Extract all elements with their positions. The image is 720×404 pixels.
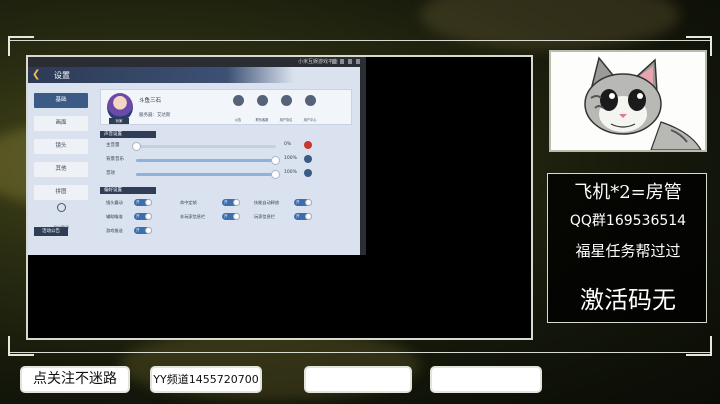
follow-box: 点关注不迷路 (20, 366, 130, 393)
activation-code-line: 激活码无 (580, 286, 676, 314)
back-arrow-icon[interactable]: ❮ (32, 69, 42, 80)
blank-box (430, 366, 542, 393)
menu-tab-puzzle[interactable]: 拼图 (34, 185, 88, 200)
blank-box (304, 366, 412, 393)
qq-group-line: QQ群169536514 (569, 213, 687, 229)
game-push-toggle[interactable]: 开 (134, 227, 152, 234)
frame-top-line (10, 40, 710, 41)
toggle-row: 命中定帧 开 (180, 199, 240, 207)
follow-text: 点关注不迷路 (33, 371, 117, 387)
user-icon (304, 95, 316, 106)
speaker-muted-icon[interactable] (304, 141, 312, 149)
window-controls-icon[interactable] (332, 59, 362, 64)
menu-tab-camera[interactable]: 镜头 (34, 139, 88, 154)
player-info-toggle[interactable]: 开 (294, 213, 312, 220)
music-volume-slider[interactable] (136, 156, 280, 165)
notice-icon (232, 95, 244, 106)
support-button[interactable]: 联系客服 (251, 95, 273, 125)
master-volume-slider[interactable] (132, 142, 276, 151)
toggle-row: 辅助瞄准 开 (106, 213, 166, 221)
aim-assist-toggle[interactable]: 开 (134, 213, 152, 220)
host-line: 飞机*2=房管 (574, 182, 682, 203)
power-icon (56, 203, 66, 212)
toggle-row: 非玩家信息栏 开 (180, 213, 260, 221)
music-volume-row: 背景音乐 100% (106, 155, 346, 165)
settings-title: 设置 (54, 71, 70, 80)
cat-image (549, 50, 707, 152)
camera-shake-toggle[interactable]: 开 (134, 199, 152, 206)
agreement-button[interactable]: 用户协议 (275, 95, 297, 125)
task-line: 福星任务帮过过 (575, 242, 681, 260)
settings-menu: 基础 画面 镜头 其他 拼图 (34, 93, 88, 208)
master-volume-row: 主音量 0% (106, 141, 346, 151)
sound-section-title: 声音设置 (100, 131, 156, 138)
menu-tab-basic[interactable]: 基础 (34, 93, 88, 108)
agreement-icon (280, 95, 292, 106)
user-center-button[interactable]: 用户中心 (299, 95, 321, 125)
avatar-tag: 玩家 (109, 118, 129, 124)
player-card: 玩家 斗鱼三石 服务器：艾达斯 公告 联系客服 用户协议 用户中心 (100, 89, 352, 125)
toggle-row: 镜头震动 开 (106, 199, 166, 207)
support-icon (256, 95, 268, 106)
npc-info-toggle[interactable]: 开 (222, 213, 240, 220)
player-name: 斗鱼三石 (139, 98, 162, 104)
server-label: 服务器：艾达斯 (139, 113, 171, 118)
game-settings-screen: 小米互娱游戏平台 ❮ 设置 基础 画面 镜头 其他 拼图 退出登录 活动公告 玩… (28, 57, 366, 255)
announcement-button[interactable]: 活动公告 (34, 227, 68, 236)
toggle-row: 游戏推送 开 (106, 227, 166, 235)
settings-header: ❮ 设置 (28, 67, 360, 83)
frame-bottom-line (10, 352, 710, 353)
avatar (107, 93, 133, 121)
speaker-icon[interactable] (304, 169, 312, 177)
sfx-volume-row: 音效 100% (106, 169, 346, 179)
yy-channel-box: YY频道1455720700 (150, 366, 262, 393)
speaker-icon[interactable] (304, 155, 312, 163)
toggle-row: 技能自动释放 开 (254, 199, 344, 207)
notice-button[interactable]: 公告 (227, 95, 249, 125)
menu-tab-other[interactable]: 其他 (34, 162, 88, 177)
hit-freeze-toggle[interactable]: 开 (222, 199, 240, 206)
menu-tab-display[interactable]: 画面 (34, 116, 88, 131)
sfx-volume-slider[interactable] (136, 170, 280, 179)
auto-skill-toggle[interactable]: 开 (294, 199, 312, 206)
emulator-titlebar: 小米互娱游戏平台 (28, 57, 366, 67)
stream-window: 小米互娱游戏平台 ❮ 设置 基础 画面 镜头 其他 拼图 退出登录 活动公告 玩… (26, 55, 533, 340)
cat-illustration (551, 52, 705, 151)
info-panel: 飞机*2=房管 QQ群169536514 福星任务帮过过 激活码无 (547, 173, 707, 323)
preference-section-title: 偏好设置 (100, 187, 156, 194)
emulator-sidebar (360, 67, 366, 255)
frame-corner-tl (8, 36, 34, 56)
frame-corner-br (686, 336, 712, 356)
toggle-row: 玩家信息栏 开 (254, 213, 344, 221)
yy-channel-text: YY频道1455720700 (153, 373, 259, 386)
